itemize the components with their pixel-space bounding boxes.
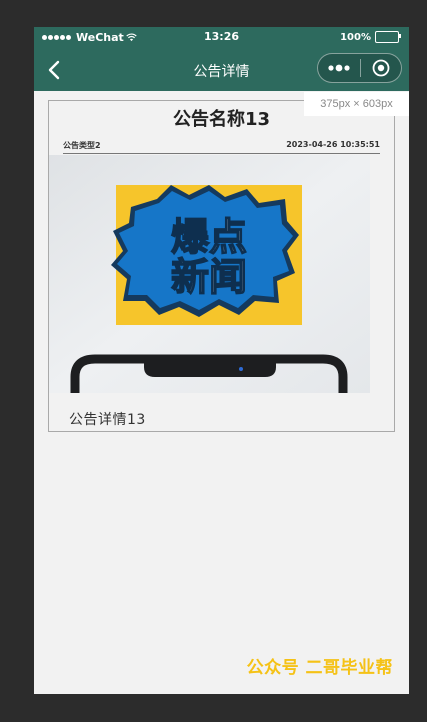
banner-text-line1: 爆点	[171, 215, 247, 259]
announcement-type: 公告类型2	[63, 141, 101, 150]
phone-screen: WeChat 13:26 100% 公告详情 公告名称13 公告类型2 2023…	[34, 27, 409, 694]
more-button[interactable]	[318, 54, 360, 82]
battery-icon	[375, 31, 401, 43]
viewport-size-tip: 375px × 603px	[304, 92, 409, 116]
announcement-card: 公告名称13 公告类型2 2023-04-26 10:35:51 爆点 新闻 公…	[48, 100, 395, 432]
status-bar: WeChat 13:26 100%	[34, 27, 409, 49]
announcement-date: 2023-04-26 10:35:51	[286, 140, 380, 149]
banner-text-line2: 新闻	[171, 255, 247, 299]
news-banner-graphic: 爆点 新闻	[49, 155, 370, 393]
target-close-icon	[372, 59, 390, 77]
battery-percent: 100%	[340, 31, 371, 43]
watermark-text: 公众号 二哥毕业帮	[246, 658, 393, 678]
navigation-bar: 公告详情	[34, 49, 409, 91]
announcement-meta: 公告类型2 2023-04-26 10:35:51	[63, 139, 380, 154]
announcement-image: 爆点 新闻	[49, 155, 370, 393]
battery-status: 100%	[340, 31, 401, 43]
announcement-detail: 公告详情13	[69, 412, 146, 428]
mini-program-capsule	[317, 53, 402, 83]
close-program-button[interactable]	[361, 54, 401, 82]
more-dots-icon	[328, 64, 350, 72]
